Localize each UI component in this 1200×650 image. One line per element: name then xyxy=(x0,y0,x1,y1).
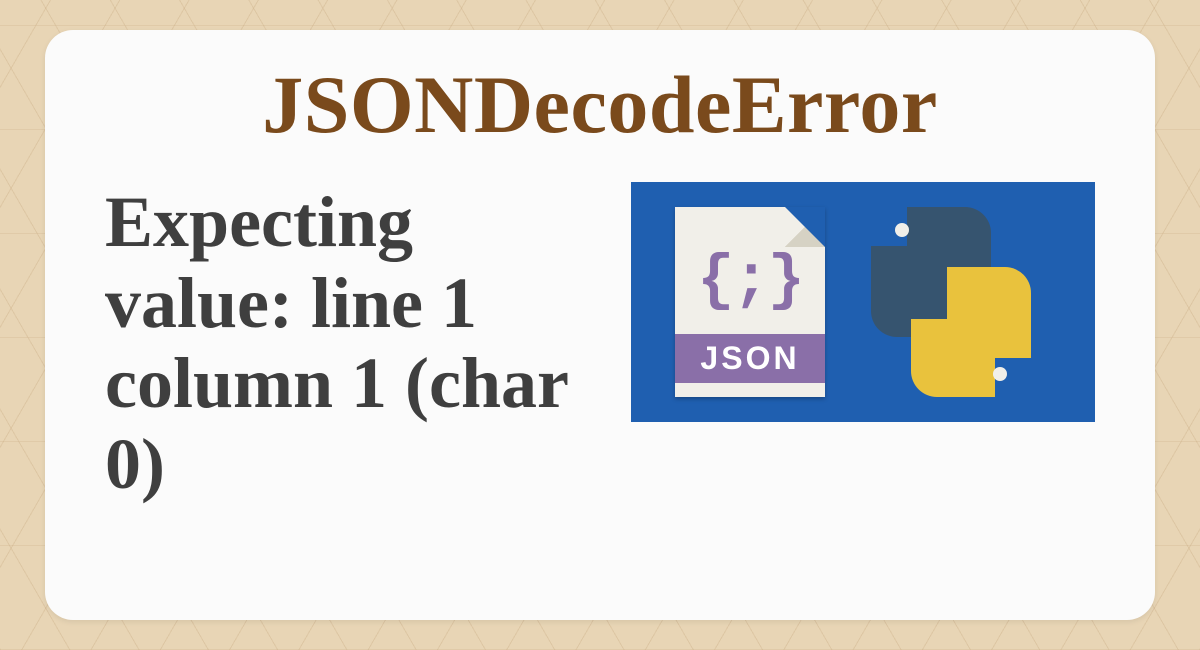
illustration-panel: {;} JSON xyxy=(631,182,1095,422)
error-title: JSONDecodeError xyxy=(105,58,1095,152)
content-card: JSONDecodeError Expecting value: line 1 … xyxy=(45,30,1155,620)
python-logo-icon xyxy=(851,207,1051,397)
python-blue-eye-icon xyxy=(895,223,909,237)
body-row: Expecting value: line 1 column 1 (char 0… xyxy=(105,182,1095,505)
json-file-icon: {;} JSON xyxy=(675,207,825,397)
braces-icon: {;} xyxy=(675,245,825,316)
python-yellow-eye-icon xyxy=(993,367,1007,381)
error-message: Expecting value: line 1 column 1 (char 0… xyxy=(105,182,591,505)
json-band-label: JSON xyxy=(675,334,825,383)
